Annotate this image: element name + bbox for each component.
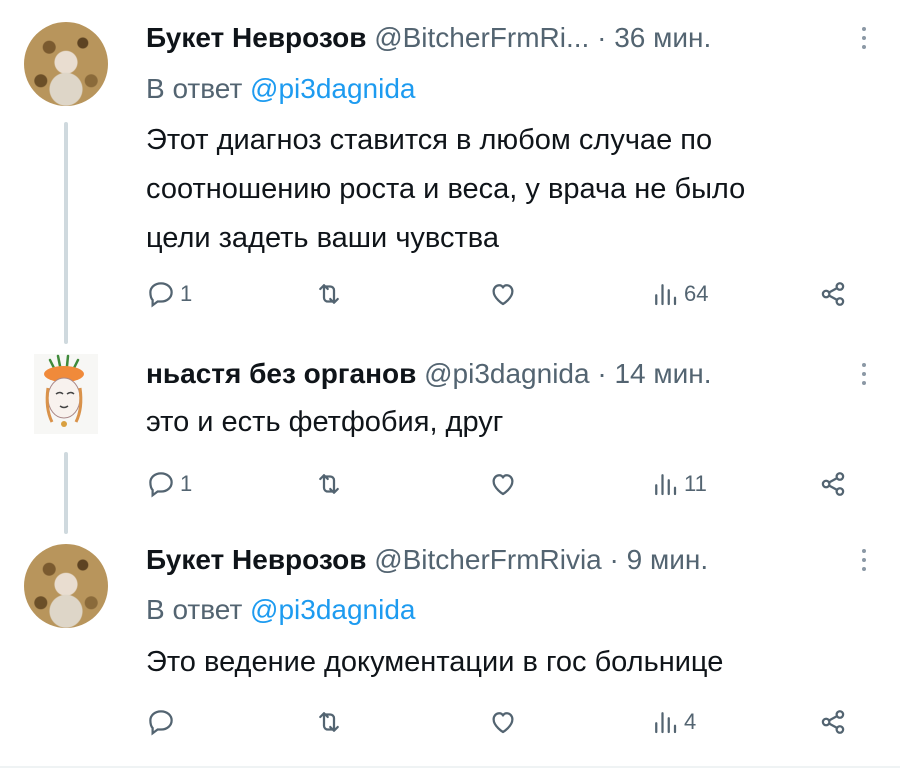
share-icon — [818, 279, 848, 309]
tweet-header: ньастя без органов @pi3dagnida · 14 мин. — [146, 352, 870, 396]
views-count: 64 — [684, 281, 709, 306]
avatar[interactable] — [24, 544, 108, 628]
author-name[interactable]: Букет Неврозов — [146, 544, 366, 575]
avatar[interactable] — [34, 354, 98, 434]
retweet-icon — [314, 469, 344, 499]
views-count: 4 — [684, 709, 697, 734]
separator-dot: · — [597, 358, 607, 389]
text-line: Этот диагноз ставится в любом случае по — [146, 124, 713, 156]
retweet-button[interactable] — [314, 704, 344, 740]
share-icon — [818, 707, 848, 737]
author-handle[interactable]: @BitcherFrmRi... — [374, 22, 589, 53]
text-line: Это ведение документации в гос больнице — [146, 646, 724, 678]
views-button[interactable]: 4 — [650, 704, 696, 740]
timestamp[interactable]: 9 мин. — [627, 544, 708, 575]
thread-line — [64, 122, 68, 344]
tweet-text: это и есть фетфобия, друг — [146, 398, 866, 447]
like-button[interactable] — [488, 704, 518, 740]
share-button[interactable] — [818, 276, 848, 312]
author-handle[interactable]: @pi3dagnida — [424, 358, 589, 389]
action-bar: 1 64 — [146, 276, 860, 312]
reply-prefix: В ответ — [146, 73, 243, 104]
reply-context: В ответ @pi3dagnida — [146, 590, 416, 630]
reply-mention[interactable]: @pi3dagnida — [250, 594, 415, 625]
retweet-button[interactable] — [314, 276, 344, 312]
reply-count: 1 — [180, 281, 193, 306]
retweet-icon — [314, 707, 344, 737]
share-icon — [818, 469, 848, 499]
like-button[interactable] — [488, 276, 518, 312]
views-button[interactable]: 64 — [650, 276, 708, 312]
tweet[interactable]: Букет Неврозов @BitcherFrmRivia · 9 мин.… — [0, 532, 900, 768]
like-icon — [488, 279, 518, 309]
author-name[interactable]: ньастя без органов — [146, 358, 416, 389]
views-icon — [650, 707, 680, 737]
action-bar: 4 — [146, 704, 860, 740]
share-button[interactable] — [818, 466, 848, 502]
action-bar: 1 11 — [146, 466, 860, 502]
views-count: 11 — [684, 471, 707, 496]
reply-count: 1 — [180, 471, 193, 496]
separator-dot: · — [609, 544, 619, 575]
timestamp[interactable]: 14 мин. — [614, 358, 711, 389]
like-icon — [488, 469, 518, 499]
tweet[interactable]: Букет Неврозов @BitcherFrmRi... · 36 мин… — [0, 0, 900, 344]
thread-line — [64, 452, 68, 534]
text-line: это и есть фетфобия, друг — [146, 406, 504, 438]
reply-button[interactable] — [146, 704, 180, 740]
more-icon[interactable] — [858, 360, 870, 388]
more-icon[interactable] — [858, 546, 870, 574]
reply-icon — [146, 707, 176, 737]
tweet[interactable]: ньастя без органов @pi3dagnida · 14 мин.… — [0, 340, 900, 534]
retweet-icon — [314, 279, 344, 309]
tweet-text: Этот диагноз ставится в любом случае по … — [146, 116, 866, 263]
like-icon — [488, 707, 518, 737]
reply-button[interactable]: 1 — [146, 466, 192, 502]
views-button[interactable]: 11 — [650, 466, 707, 502]
text-line: цели задеть ваши чувства — [146, 222, 499, 254]
views-icon — [650, 469, 680, 499]
text-line: соотношению роста и веса, у врача не был… — [146, 173, 746, 205]
retweet-button[interactable] — [314, 466, 344, 502]
share-button[interactable] — [818, 704, 848, 740]
timestamp[interactable]: 36 мин. — [614, 22, 711, 53]
avatar[interactable] — [24, 22, 108, 106]
reply-context: В ответ @pi3dagnida — [146, 69, 416, 109]
more-icon[interactable] — [858, 24, 870, 52]
reply-prefix: В ответ — [146, 594, 243, 625]
tweet-text: Это ведение документации в гос больнице — [146, 638, 866, 687]
like-button[interactable] — [488, 466, 518, 502]
reply-icon — [146, 279, 176, 309]
separator-dot: · — [597, 22, 607, 53]
reply-icon — [146, 469, 176, 499]
avatar-drawing-icon — [44, 354, 84, 427]
author-handle[interactable]: @BitcherFrmRivia — [374, 544, 602, 575]
author-name[interactable]: Букет Неврозов — [146, 22, 366, 53]
views-icon — [650, 279, 680, 309]
reply-mention[interactable]: @pi3dagnida — [250, 73, 415, 104]
tweet-header: Букет Неврозов @BitcherFrmRivia · 9 мин. — [146, 538, 870, 582]
reply-button[interactable]: 1 — [146, 276, 192, 312]
tweet-header: Букет Неврозов @BitcherFrmRi... · 36 мин… — [146, 16, 870, 60]
